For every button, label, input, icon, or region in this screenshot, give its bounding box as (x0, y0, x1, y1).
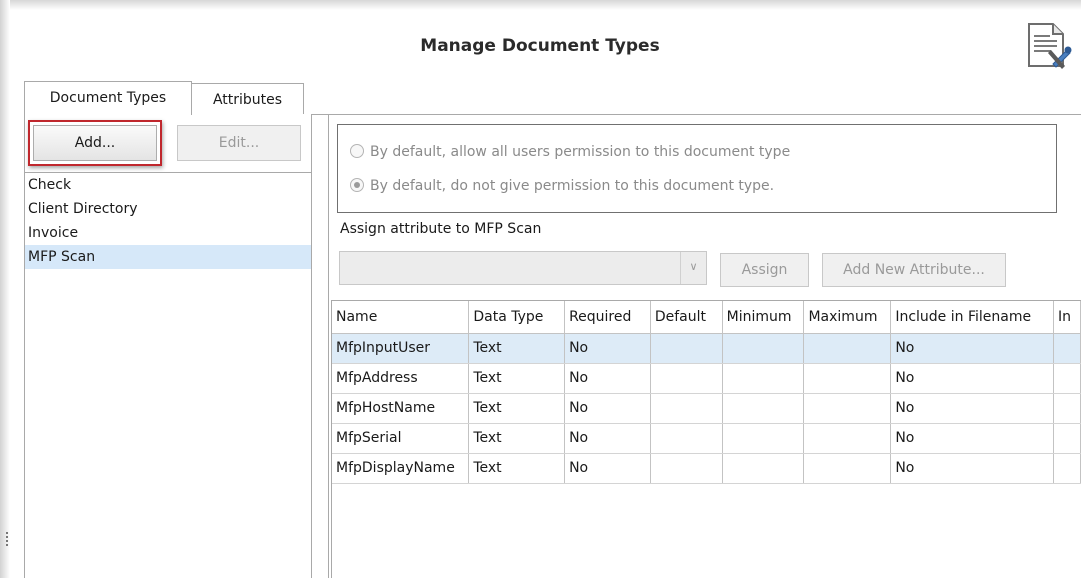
list-item-client-directory[interactable]: Client Directory (25, 197, 311, 221)
cell-data-type[interactable]: Text (468, 423, 566, 454)
cell-required[interactable]: No (564, 333, 651, 364)
cell-minimum[interactable] (722, 423, 805, 454)
attribute-grid[interactable]: Name Data Type Required Default Minimum … (331, 300, 1081, 578)
cell-data-type[interactable]: Text (468, 453, 566, 484)
dialog-window: Manage Document Types Document Types Att… (0, 0, 1081, 578)
table-row[interactable]: MfpAddress Text No No (332, 363, 1081, 394)
cell-data-type[interactable]: Text (468, 393, 566, 424)
add-button[interactable]: Add... (33, 125, 157, 161)
panel-splitter[interactable] (328, 115, 329, 578)
assign-attribute-label: Assign attribute to MFP Scan (340, 221, 542, 237)
window-shadow-left (0, 0, 10, 578)
cell-include-in-filename[interactable]: No (890, 333, 1055, 364)
cell-default[interactable] (650, 453, 723, 484)
cell-maximum[interactable] (803, 363, 892, 394)
cell-truncated[interactable] (1053, 393, 1081, 424)
radio-allow-label: By default, allow all users permission t… (370, 144, 791, 160)
window-shadow-top (0, 0, 1081, 10)
cell-required[interactable]: No (564, 393, 651, 424)
cell-include-in-filename[interactable]: No (890, 393, 1055, 424)
cell-default[interactable] (650, 423, 723, 454)
column-header-required[interactable]: Required (564, 301, 651, 334)
table-row[interactable]: MfpHostName Text No No (332, 393, 1081, 424)
cell-minimum[interactable] (722, 363, 805, 394)
list-item-mfp-scan[interactable]: MFP Scan (25, 245, 311, 269)
cell-minimum[interactable] (722, 333, 805, 364)
resize-grip[interactable] (6, 532, 10, 546)
cell-minimum[interactable] (722, 393, 805, 424)
list-item-invoice[interactable]: Invoice (25, 221, 311, 245)
column-header-maximum[interactable]: Maximum (803, 301, 892, 334)
radio-allow-row[interactable]: By default, allow all users permission t… (350, 141, 790, 163)
column-header-truncated[interactable]: In (1053, 301, 1081, 334)
attribute-table: Name Data Type Required Default Minimum … (332, 301, 1081, 484)
chevron-down-icon[interactable]: ∨ (680, 252, 706, 284)
column-header-minimum[interactable]: Minimum (722, 301, 805, 334)
cell-minimum[interactable] (722, 453, 805, 484)
document-settings-icon (1028, 23, 1072, 69)
column-header-data-type[interactable]: Data Type (468, 301, 566, 334)
cell-data-type[interactable]: Text (468, 333, 566, 364)
grid-header-row: Name Data Type Required Default Minimum … (332, 301, 1081, 334)
cell-name[interactable]: MfpInputUser (332, 333, 470, 364)
column-header-default[interactable]: Default (650, 301, 723, 334)
cell-default[interactable] (650, 363, 723, 394)
list-item-check[interactable]: Check (25, 173, 311, 197)
column-header-include-in-filename[interactable]: Include in Filename (890, 301, 1055, 334)
tab-strip-divider (304, 114, 1081, 115)
cell-truncated[interactable] (1053, 363, 1081, 394)
radio-allow[interactable] (350, 144, 364, 158)
cell-name[interactable]: MfpHostName (332, 393, 470, 424)
cell-maximum[interactable] (803, 453, 892, 484)
tab-document-types[interactable]: Document Types (24, 81, 192, 115)
add-new-attribute-button[interactable]: Add New Attribute... (822, 253, 1006, 287)
table-row[interactable]: MfpSerial Text No No (332, 423, 1081, 454)
edit-button[interactable]: Edit... (177, 125, 301, 161)
radio-deny-label: By default, do not give permission to th… (370, 178, 775, 194)
cell-name[interactable]: MfpSerial (332, 423, 470, 454)
assign-button[interactable]: Assign (720, 253, 809, 287)
document-type-list[interactable]: Check Client Directory Invoice MFP Scan (24, 172, 311, 578)
permission-group: By default, allow all users permission t… (337, 124, 1057, 213)
cell-name[interactable]: MfpDisplayName (332, 453, 470, 484)
cell-required[interactable]: No (564, 453, 651, 484)
cell-truncated[interactable] (1053, 333, 1081, 364)
cell-maximum[interactable] (803, 333, 892, 364)
column-header-name[interactable]: Name (332, 301, 470, 334)
cell-maximum[interactable] (803, 423, 892, 454)
cell-include-in-filename[interactable]: No (890, 453, 1055, 484)
cell-required[interactable]: No (564, 363, 651, 394)
cell-name[interactable]: MfpAddress (332, 363, 470, 394)
cell-maximum[interactable] (803, 393, 892, 424)
cell-truncated[interactable] (1053, 423, 1081, 454)
table-row[interactable]: MfpDisplayName Text No No (332, 453, 1081, 484)
cell-truncated[interactable] (1053, 453, 1081, 484)
cell-default[interactable] (650, 333, 723, 364)
attribute-select[interactable]: ∨ (339, 251, 707, 285)
cell-data-type[interactable]: Text (468, 363, 566, 394)
radio-deny-row[interactable]: By default, do not give permission to th… (350, 175, 774, 197)
cell-default[interactable] (650, 393, 723, 424)
radio-deny[interactable] (350, 178, 364, 192)
cell-required[interactable]: No (564, 423, 651, 454)
cell-include-in-filename[interactable]: No (890, 423, 1055, 454)
tab-attributes[interactable]: Attributes (192, 83, 304, 115)
table-row[interactable]: MfpInputUser Text No No (332, 333, 1081, 364)
cell-include-in-filename[interactable]: No (890, 363, 1055, 394)
dialog-title: Manage Document Types (420, 36, 660, 56)
